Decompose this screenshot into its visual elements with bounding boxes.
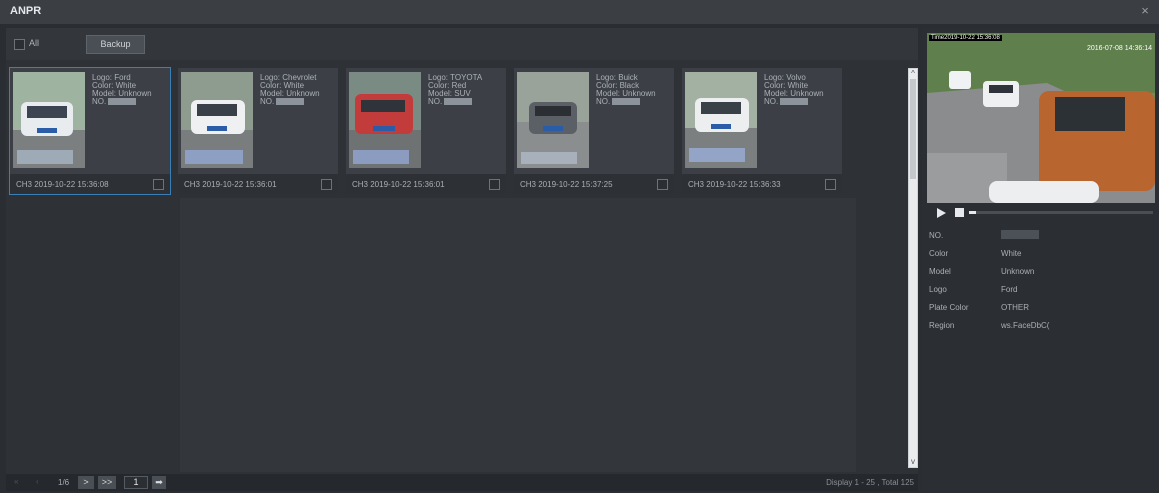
card-info: Logo: Ford Color: White Model: Unknown N… bbox=[92, 74, 152, 106]
card-plate: NO. bbox=[764, 98, 824, 106]
card-checkbox[interactable] bbox=[657, 179, 668, 190]
vertical-scrollbar[interactable]: ^ v bbox=[908, 68, 918, 468]
card-footer: CH3 2019-10-22 15:36:33 bbox=[682, 174, 842, 194]
card-plate-label: NO. bbox=[764, 97, 779, 106]
card-footer: CH3 2019-10-22 15:36:01 bbox=[346, 174, 506, 194]
next-page-button[interactable]: > bbox=[78, 476, 94, 489]
card-plate-label: NO. bbox=[92, 97, 107, 106]
car-thumbnail bbox=[181, 72, 253, 168]
card-checkbox[interactable] bbox=[321, 179, 332, 190]
car-thumbnail bbox=[349, 72, 421, 168]
detail-label: Region bbox=[929, 321, 955, 330]
card-checkbox[interactable] bbox=[825, 179, 836, 190]
card-info: Logo: Chevrolet Color: White Model: Unkn… bbox=[260, 74, 320, 106]
go-page-icon[interactable]: ➡ bbox=[152, 476, 166, 489]
detail-row-region: Region ws.FaceDbC( bbox=[929, 321, 1154, 339]
card-plate-label: NO. bbox=[428, 97, 443, 106]
detail-panel: Time2019-10-22 15:36:08 2016-07-08 14:36… bbox=[922, 28, 1159, 491]
card-timestamp: CH3 2019-10-22 15:36:08 bbox=[16, 180, 109, 189]
playback-progress[interactable] bbox=[969, 211, 1153, 214]
detail-value: Ford bbox=[1001, 285, 1018, 294]
card-plate: NO. bbox=[596, 98, 656, 106]
detail-row-plate-color: Plate Color OTHER bbox=[929, 303, 1154, 321]
title-bar: ANPR × bbox=[0, 0, 1159, 24]
detail-row-logo: Logo Ford bbox=[929, 285, 1154, 303]
preview-overlay-left: Time2019-10-22 15:36:08 bbox=[929, 35, 1002, 41]
plate-redaction bbox=[780, 98, 809, 106]
result-card[interactable]: Logo: Ford Color: White Model: Unknown N… bbox=[9, 67, 171, 195]
card-timestamp: CH3 2019-10-22 15:36:01 bbox=[352, 180, 445, 189]
car-thumbnail bbox=[13, 72, 85, 168]
card-info: Logo: Volvo Color: White Model: Unknown … bbox=[764, 74, 824, 106]
page-indicator: 1/6 bbox=[58, 478, 70, 487]
detail-label: Model bbox=[929, 267, 951, 276]
results-panel: All Backup Logo: Ford Color: White Model… bbox=[6, 28, 918, 491]
card-plate: NO. bbox=[428, 98, 482, 106]
detail-label: Plate Color bbox=[929, 303, 969, 312]
backup-button[interactable]: Backup bbox=[86, 35, 145, 54]
result-card[interactable]: Logo: Buick Color: Black Model: Unknown … bbox=[514, 68, 674, 194]
detail-label: NO. bbox=[929, 231, 944, 240]
scroll-up-icon[interactable]: ^ bbox=[909, 69, 917, 79]
card-info: Logo: TOYOTA Color: Red Model: SUV NO. bbox=[428, 74, 482, 106]
play-icon[interactable] bbox=[937, 208, 946, 218]
detail-row-model: Model Unknown bbox=[929, 267, 1154, 285]
detail-value: OTHER bbox=[1001, 303, 1029, 312]
detail-row-no: NO. bbox=[929, 230, 1154, 249]
scroll-down-icon[interactable]: v bbox=[909, 457, 917, 467]
card-plate: NO. bbox=[260, 98, 320, 106]
card-timestamp: CH3 2019-10-22 15:36:33 bbox=[688, 180, 781, 189]
card-plate: NO. bbox=[92, 98, 152, 106]
card-timestamp: CH3 2019-10-22 15:37:25 bbox=[520, 180, 613, 189]
car-thumbnail bbox=[517, 72, 589, 168]
card-plate-label: NO. bbox=[596, 97, 611, 106]
select-all-label: All bbox=[29, 38, 40, 48]
result-card[interactable]: Logo: Volvo Color: White Model: Unknown … bbox=[682, 68, 842, 194]
stop-icon[interactable] bbox=[955, 208, 964, 217]
car-thumbnail bbox=[685, 72, 757, 168]
plate-redaction bbox=[612, 98, 641, 106]
result-card[interactable]: Logo: Chevrolet Color: White Model: Unkn… bbox=[178, 68, 338, 194]
select-all-checkbox[interactable] bbox=[14, 39, 25, 50]
detail-label: Color bbox=[929, 249, 949, 258]
plate-redaction bbox=[276, 98, 305, 106]
plate-redaction bbox=[108, 98, 137, 106]
prev-page-icon: ‹ bbox=[36, 477, 39, 486]
card-checkbox[interactable] bbox=[153, 179, 164, 190]
window-title: ANPR bbox=[10, 5, 42, 17]
card-plate-label: NO. bbox=[260, 97, 275, 106]
page-number-input[interactable]: 1 bbox=[124, 476, 148, 489]
pagination-bar: « ‹ 1/6 > >> 1 ➡ Display 1 - 25 , Total … bbox=[6, 474, 918, 491]
plate-redaction bbox=[1001, 230, 1039, 239]
toolbar: All Backup bbox=[6, 28, 918, 60]
playback-controls bbox=[927, 206, 1155, 220]
card-checkbox[interactable] bbox=[489, 179, 500, 190]
detail-value: White bbox=[1001, 249, 1022, 258]
detail-value: Unknown bbox=[1001, 267, 1035, 276]
detail-value: ws.FaceDbC( bbox=[1001, 321, 1050, 330]
card-footer: CH3 2019-10-22 15:36:01 bbox=[178, 174, 338, 194]
playback-progress-fill bbox=[969, 211, 977, 214]
record-details: NO. Color White Model Unknown Logo Ford … bbox=[929, 230, 1154, 339]
detail-row-color: Color White bbox=[929, 249, 1154, 267]
close-icon[interactable]: × bbox=[1137, 3, 1153, 19]
result-card[interactable]: Logo: TOYOTA Color: Red Model: SUV NO. C… bbox=[346, 68, 506, 194]
first-page-icon: « bbox=[14, 477, 19, 486]
preview-overlay-right: 2016-07-08 14:36:14 bbox=[1087, 45, 1152, 52]
card-timestamp: CH3 2019-10-22 15:36:01 bbox=[184, 180, 277, 189]
detail-label: Logo bbox=[929, 285, 947, 294]
empty-grid-area bbox=[180, 198, 856, 472]
card-info: Logo: Buick Color: Black Model: Unknown … bbox=[596, 74, 656, 106]
card-footer: CH3 2019-10-22 15:37:25 bbox=[514, 174, 674, 194]
plate-redaction bbox=[444, 98, 473, 106]
last-page-button[interactable]: >> bbox=[98, 476, 116, 489]
scroll-thumb[interactable] bbox=[910, 79, 916, 179]
card-footer: CH3 2019-10-22 15:36:08 bbox=[10, 174, 170, 194]
snapshot-preview[interactable]: Time2019-10-22 15:36:08 2016-07-08 14:36… bbox=[927, 33, 1155, 203]
display-total-text: Display 1 - 25 , Total 125 bbox=[826, 478, 914, 487]
